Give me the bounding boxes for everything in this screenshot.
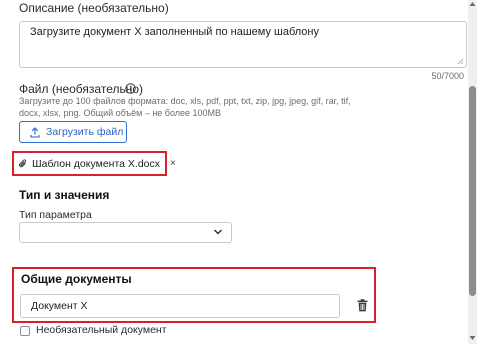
description-textarea[interactable]: Загрузите документ Х заполненный по наше… (19, 21, 467, 68)
file-hint: Загрузите до 100 файлов формата: doc, xl… (19, 96, 351, 118)
upload-icon (30, 126, 40, 138)
remove-file-icon[interactable]: × (170, 158, 176, 169)
paperclip-icon (19, 158, 27, 167)
upload-button-label: Загрузить файл (46, 126, 124, 138)
trash-icon[interactable] (357, 299, 368, 312)
scrollbar-thumb[interactable] (469, 86, 476, 296)
param-type-select[interactable] (19, 222, 232, 243)
scroll-down-icon[interactable] (469, 335, 476, 341)
resize-grip-icon[interactable] (457, 58, 464, 65)
attached-file-chip: Шаблон документа X.docx × (18, 155, 176, 172)
param-type-label: Тип параметра (19, 209, 92, 221)
document-name-value: Документ Х (31, 300, 88, 312)
info-circle-icon[interactable] (125, 83, 136, 94)
optional-document-label: Необязательный документ (36, 324, 167, 336)
form-page: Описание (необязательно) Загрузите докум… (0, 0, 500, 344)
description-label: Описание (необязательно) (19, 1, 169, 15)
types-section-title: Тип и значения (19, 188, 110, 202)
chevron-down-icon (214, 229, 222, 235)
scroll-up-icon[interactable] (469, 1, 476, 7)
optional-document-checkbox[interactable] (20, 326, 30, 336)
character-counter: 50/7000 (431, 71, 464, 81)
document-name-input[interactable]: Документ Х (20, 294, 340, 318)
common-documents-title: Общие документы (21, 272, 132, 286)
description-text: Загрузите документ Х заполненный по наше… (30, 26, 319, 38)
attached-file-name[interactable]: Шаблон документа X.docx (32, 158, 160, 170)
upload-file-button[interactable]: Загрузить файл (19, 121, 127, 143)
